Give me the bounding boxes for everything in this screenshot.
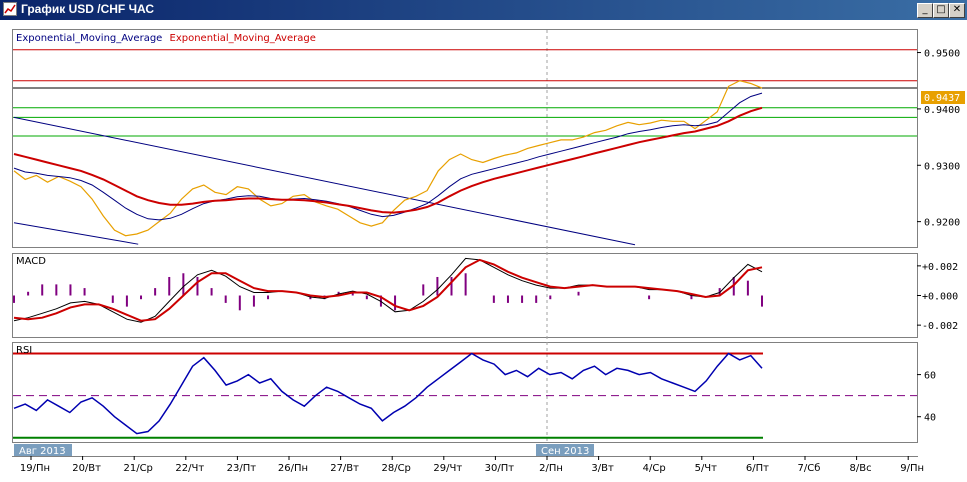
current-price-label: 0.9437 xyxy=(924,93,960,104)
x-tick-label: 2/Пн xyxy=(539,463,563,474)
rsi-ytick-label: 40 xyxy=(924,413,936,424)
macd-ytick-label: +0.000 xyxy=(922,292,958,303)
x-tick-label: 23/Пт xyxy=(227,463,257,474)
month-label-aug: Авг 2013 xyxy=(19,446,66,457)
maximize-button[interactable]: □ xyxy=(933,3,949,18)
title-bar[interactable]: График USD /CHF ЧАС _ □ ✕ xyxy=(0,0,967,20)
x-tick-label: 28/Ср xyxy=(381,463,410,474)
price-panel[interactable] xyxy=(12,29,918,248)
x-tick-label: 26/Пн xyxy=(278,463,308,474)
close-button[interactable]: ✕ xyxy=(949,3,965,18)
x-tick-label: 19/Пн xyxy=(20,463,50,474)
rsi-ytick-label: 60 xyxy=(924,371,936,382)
legend-ema-fast: Exponential_Moving_Average xyxy=(16,33,162,44)
chart-window: График USD /CHF ЧАС _ □ ✕ 0.9500 0.9400 0.… xyxy=(0,0,967,482)
rsi-panel[interactable] xyxy=(12,342,918,443)
legend-ema-slow: Exponential_Moving_Average xyxy=(170,33,316,44)
price-ytick-label: 0.9500 xyxy=(924,49,960,60)
x-tick-label: 29/Чт xyxy=(433,463,462,474)
macd-ytick-label: -0.002 xyxy=(922,321,958,332)
price-ytick-label: 0.9200 xyxy=(924,218,960,229)
price-ytick-label: 0.9400 xyxy=(924,105,960,116)
macd-ytick-label: +0.002 xyxy=(922,262,958,273)
x-tick-label: 20/Вт xyxy=(72,463,101,474)
x-tick-label: 3/Вт xyxy=(591,463,614,474)
x-tick-label: 27/Вт xyxy=(330,463,359,474)
x-tick-label: 21/Ср xyxy=(123,463,152,474)
month-label-sep: Сен 2013 xyxy=(541,446,589,457)
x-tick-label: 9/Пн xyxy=(900,463,924,474)
x-tick-label: 6/Пт xyxy=(746,463,769,474)
minimize-button[interactable]: _ xyxy=(917,3,933,18)
x-tick-label: 30/Пт xyxy=(485,463,515,474)
x-tick-label: 8/Вс xyxy=(850,463,872,474)
price-ytick-label: 0.9300 xyxy=(924,161,960,172)
window-title: График USD /CHF ЧАС xyxy=(21,2,155,16)
x-tick-label: 4/Ср xyxy=(643,463,666,474)
x-tick-label: 22/Чт xyxy=(175,463,204,474)
x-tick-label: 5/Чт xyxy=(695,463,718,474)
chart-window-icon xyxy=(3,2,17,16)
chart-area[interactable]: 0.9500 0.9400 0.9300 0.9200 +0.002 +0.000 -0.0… xyxy=(0,20,967,482)
macd-title: MACD xyxy=(16,256,46,267)
rsi-title: RSI xyxy=(16,345,32,356)
x-tick-label: 7/Сб xyxy=(798,463,821,474)
